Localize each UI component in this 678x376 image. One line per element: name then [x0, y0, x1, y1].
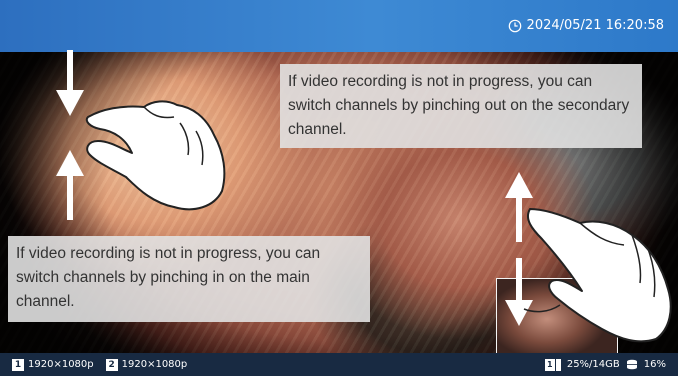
- channel-2-badge: 2: [105, 358, 118, 371]
- pinch-out-instruction: If video recording is not in progress, y…: [280, 64, 642, 148]
- storage-usage: 25%/14GB: [566, 359, 620, 370]
- clock-icon: [508, 19, 521, 32]
- channel-2-info[interactable]: 2 1920×1080p: [105, 358, 188, 371]
- recording-channel-badge: 1: [544, 358, 555, 371]
- pinch-in-instruction: If video recording is not in progress, y…: [8, 236, 370, 322]
- arrow-down-icon: [56, 50, 84, 116]
- pinch-hand-icon: [85, 100, 226, 211]
- arrow-up-icon: [56, 150, 84, 220]
- status-bar: 1 1920×1080p 2 1920×1080p 1 25%/14GB 16%: [0, 353, 678, 376]
- channel-1-info[interactable]: 1 1920×1080p: [12, 358, 94, 371]
- channel-1-resolution: 1920×1080p: [28, 359, 94, 370]
- channel-2-resolution: 1920×1080p: [121, 359, 188, 370]
- database-icon: [626, 359, 637, 369]
- storage-status: 1 25%/14GB 16%: [544, 358, 666, 371]
- datetime-text: 2024/05/21 16:20:58: [526, 18, 664, 33]
- recording-channel-icon: 1: [544, 358, 561, 371]
- disk-percent: 16%: [643, 359, 666, 370]
- storage-bar-icon: [555, 358, 561, 371]
- app-frame: 2024/05/21 16:20:58 If video recording i…: [0, 0, 678, 376]
- channel-1-badge: 1: [12, 358, 24, 371]
- spread-hand-icon: [523, 208, 672, 343]
- datetime: 2024/05/21 16:20:58: [508, 18, 664, 33]
- top-bar: 2024/05/21 16:20:58: [0, 0, 678, 52]
